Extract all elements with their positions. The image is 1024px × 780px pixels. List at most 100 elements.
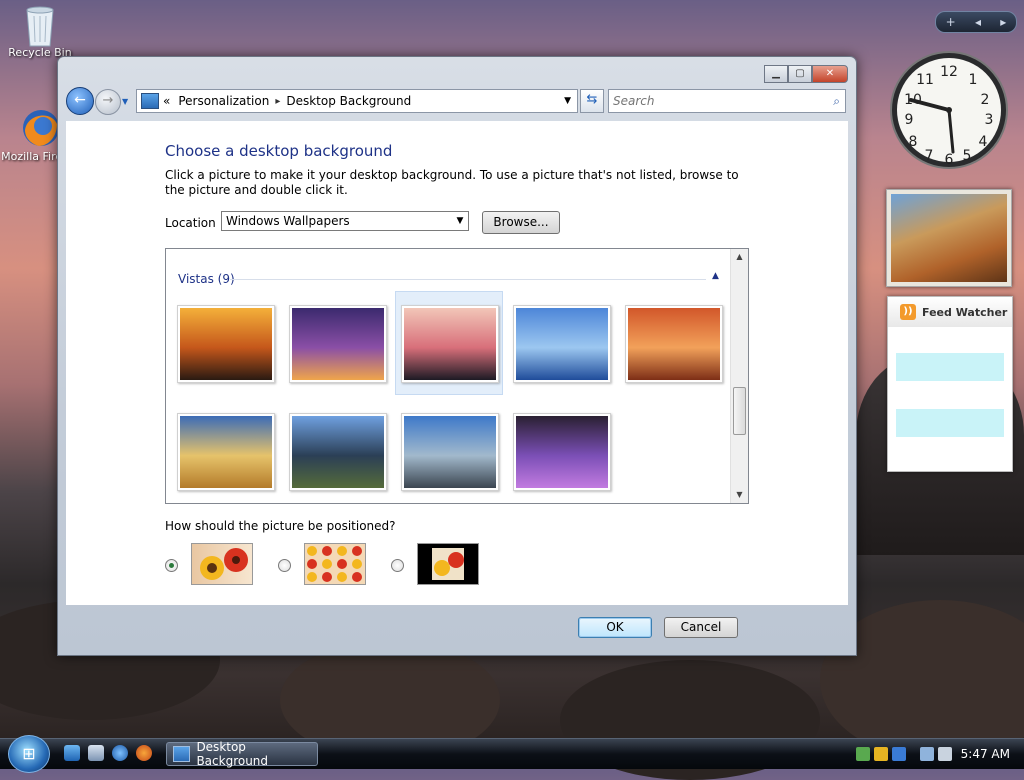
show-desktop-icon[interactable] (64, 745, 80, 761)
start-button[interactable]: ⊞ (8, 735, 50, 773)
position-radio-center[interactable] (391, 559, 404, 572)
thumbnail-image (292, 308, 384, 380)
navigation-bar: ← → ▼ « Personalization ▸ Desktop Backgr… (66, 87, 848, 115)
vertical-scrollbar[interactable]: ▲ ▼ (730, 249, 748, 503)
svg-text:8: 8 (909, 134, 918, 150)
network-icon[interactable] (920, 747, 934, 761)
forward-button[interactable]: → (95, 89, 121, 115)
thumbnail-image (404, 416, 496, 488)
collapse-group-icon[interactable]: ▲ (712, 271, 719, 281)
feed-item[interactable] (896, 409, 1004, 437)
thumbnail-image (180, 308, 272, 380)
wallpaper-thumbnail-vista-rock-arch[interactable] (625, 305, 723, 383)
wallpaper-gallery: Vistas (9) ▲ ▲ ▼ (165, 248, 749, 504)
thumbnail-image (292, 416, 384, 488)
minimize-button[interactable]: ▁ (764, 65, 788, 83)
wallpaper-thumbnail-vista-ocean-sunset[interactable] (401, 305, 499, 383)
group-header[interactable]: Vistas (9) (178, 272, 235, 286)
browse-button[interactable]: Browse... (482, 211, 560, 234)
ok-button[interactable]: OK (578, 617, 652, 638)
scroll-down-icon[interactable]: ▼ (731, 487, 748, 503)
recycle-bin-icon (21, 4, 59, 47)
position-center-preview[interactable] (417, 543, 479, 585)
svg-text:7: 7 (925, 148, 934, 164)
wallpaper-thumbnail-vista-blue-clouds[interactable] (513, 305, 611, 383)
breadcrumb-personalization[interactable]: Personalization (178, 94, 269, 108)
firefox-icon (21, 108, 59, 146)
thumbnail-image (516, 416, 608, 488)
firefox-icon[interactable] (136, 745, 152, 761)
add-gadget-button[interactable]: + (946, 15, 956, 29)
volume-icon[interactable] (938, 747, 952, 761)
cancel-button[interactable]: Cancel (664, 617, 738, 638)
position-radio-tile[interactable] (278, 559, 291, 572)
network-status-icon[interactable] (856, 747, 870, 761)
rss-icon: )) (900, 304, 916, 320)
scroll-thumb[interactable] (733, 387, 746, 435)
breadcrumb-separator[interactable]: ▸ (275, 96, 280, 107)
svg-text:3: 3 (985, 112, 994, 128)
back-button[interactable]: ← (66, 87, 94, 115)
windows-update-icon[interactable] (892, 747, 906, 761)
switch-windows-icon[interactable] (88, 745, 104, 761)
search-icon[interactable]: ⌕ (833, 94, 840, 109)
wallpaper-thumbnail-vista-sunset-rocks[interactable] (177, 305, 275, 383)
system-tray: 5:47 AM (856, 742, 1024, 766)
gadget-bar: + ◂ ▸ (935, 11, 1017, 33)
refresh-button[interactable]: ⇆ (580, 89, 604, 113)
search-input[interactable] (609, 93, 815, 109)
svg-text:1: 1 (969, 72, 978, 88)
search-box[interactable]: ⌕ (608, 89, 846, 113)
security-shield-icon[interactable] (874, 747, 888, 761)
position-question: How should the picture be positioned? (165, 519, 396, 533)
thumbnail-image (180, 416, 272, 488)
maximize-button[interactable]: ▢ (788, 65, 812, 83)
control-panel-icon (141, 93, 159, 109)
thumbnail-image (628, 308, 720, 380)
clock-time[interactable]: 5:47 AM (961, 747, 1010, 761)
refresh-icon: ⇆ (586, 92, 598, 107)
clock-gadget[interactable]: 1212 345 678 91011 (887, 48, 1011, 172)
position-tile-preview[interactable] (304, 543, 366, 585)
address-dropdown-icon[interactable]: ▼ (558, 96, 577, 106)
recent-pages-dropdown-icon[interactable]: ▼ (122, 97, 128, 106)
group-divider (230, 279, 706, 280)
svg-text:11: 11 (916, 72, 934, 88)
gadget-prev-button[interactable]: ◂ (975, 15, 981, 29)
thumbnail-image (404, 308, 496, 380)
location-value: Windows Wallpapers (226, 214, 350, 228)
wallpaper-thumbnail-vista-cliffs[interactable] (401, 413, 499, 491)
slideshow-image (891, 194, 1007, 282)
svg-text:12: 12 (940, 64, 958, 80)
position-fit-preview[interactable] (191, 543, 253, 585)
internet-explorer-icon[interactable] (112, 745, 128, 761)
gadget-next-button[interactable]: ▸ (1000, 15, 1006, 29)
wallpaper-thumbnail-vista-city-bridge[interactable] (289, 305, 387, 383)
taskbar-item-desktop-background[interactable]: Desktop Background (166, 740, 318, 768)
close-button[interactable]: ✕ (812, 65, 848, 83)
location-select[interactable]: Windows Wallpapers ▼ (221, 211, 469, 231)
page-title: Choose a desktop background (165, 142, 393, 160)
svg-text:4: 4 (979, 134, 988, 150)
thumbnail-image (516, 308, 608, 380)
wallpaper-thumbnail-vista-mountain-lake[interactable] (289, 413, 387, 491)
taskbar-item-label: Desktop Background (196, 740, 269, 768)
address-bar[interactable]: « Personalization ▸ Desktop Background ▼ (136, 89, 578, 113)
scroll-up-icon[interactable]: ▲ (731, 249, 748, 265)
feed-watcher-gadget[interactable]: )) Feed Watcher (887, 296, 1013, 472)
chevron-down-icon: ▼ (456, 216, 464, 226)
desktop-icon-recycle-bin[interactable]: Recycle Bin (0, 4, 80, 59)
taskbar: ⊞ Desktop Background 5:47 AM (0, 735, 1024, 773)
desktop-background-window: ▁ ▢ ✕ ← → ▼ « Personalization ▸ Desktop … (57, 56, 857, 656)
breadcrumb-chevrons[interactable]: « (163, 94, 170, 108)
position-radio-fit[interactable] (165, 559, 178, 572)
wallpaper-thumbnail-vista-aurora[interactable] (513, 413, 611, 491)
breadcrumb-desktop-background[interactable]: Desktop Background (286, 94, 411, 108)
dialog-footer: OK Cancel (66, 605, 848, 647)
slideshow-gadget[interactable] (886, 189, 1012, 287)
control-panel-icon (173, 746, 191, 762)
location-label: Location (165, 216, 216, 230)
svg-text:5: 5 (963, 148, 972, 164)
wallpaper-thumbnail-vista-golden-field[interactable] (177, 413, 275, 491)
feed-item[interactable] (896, 353, 1004, 381)
